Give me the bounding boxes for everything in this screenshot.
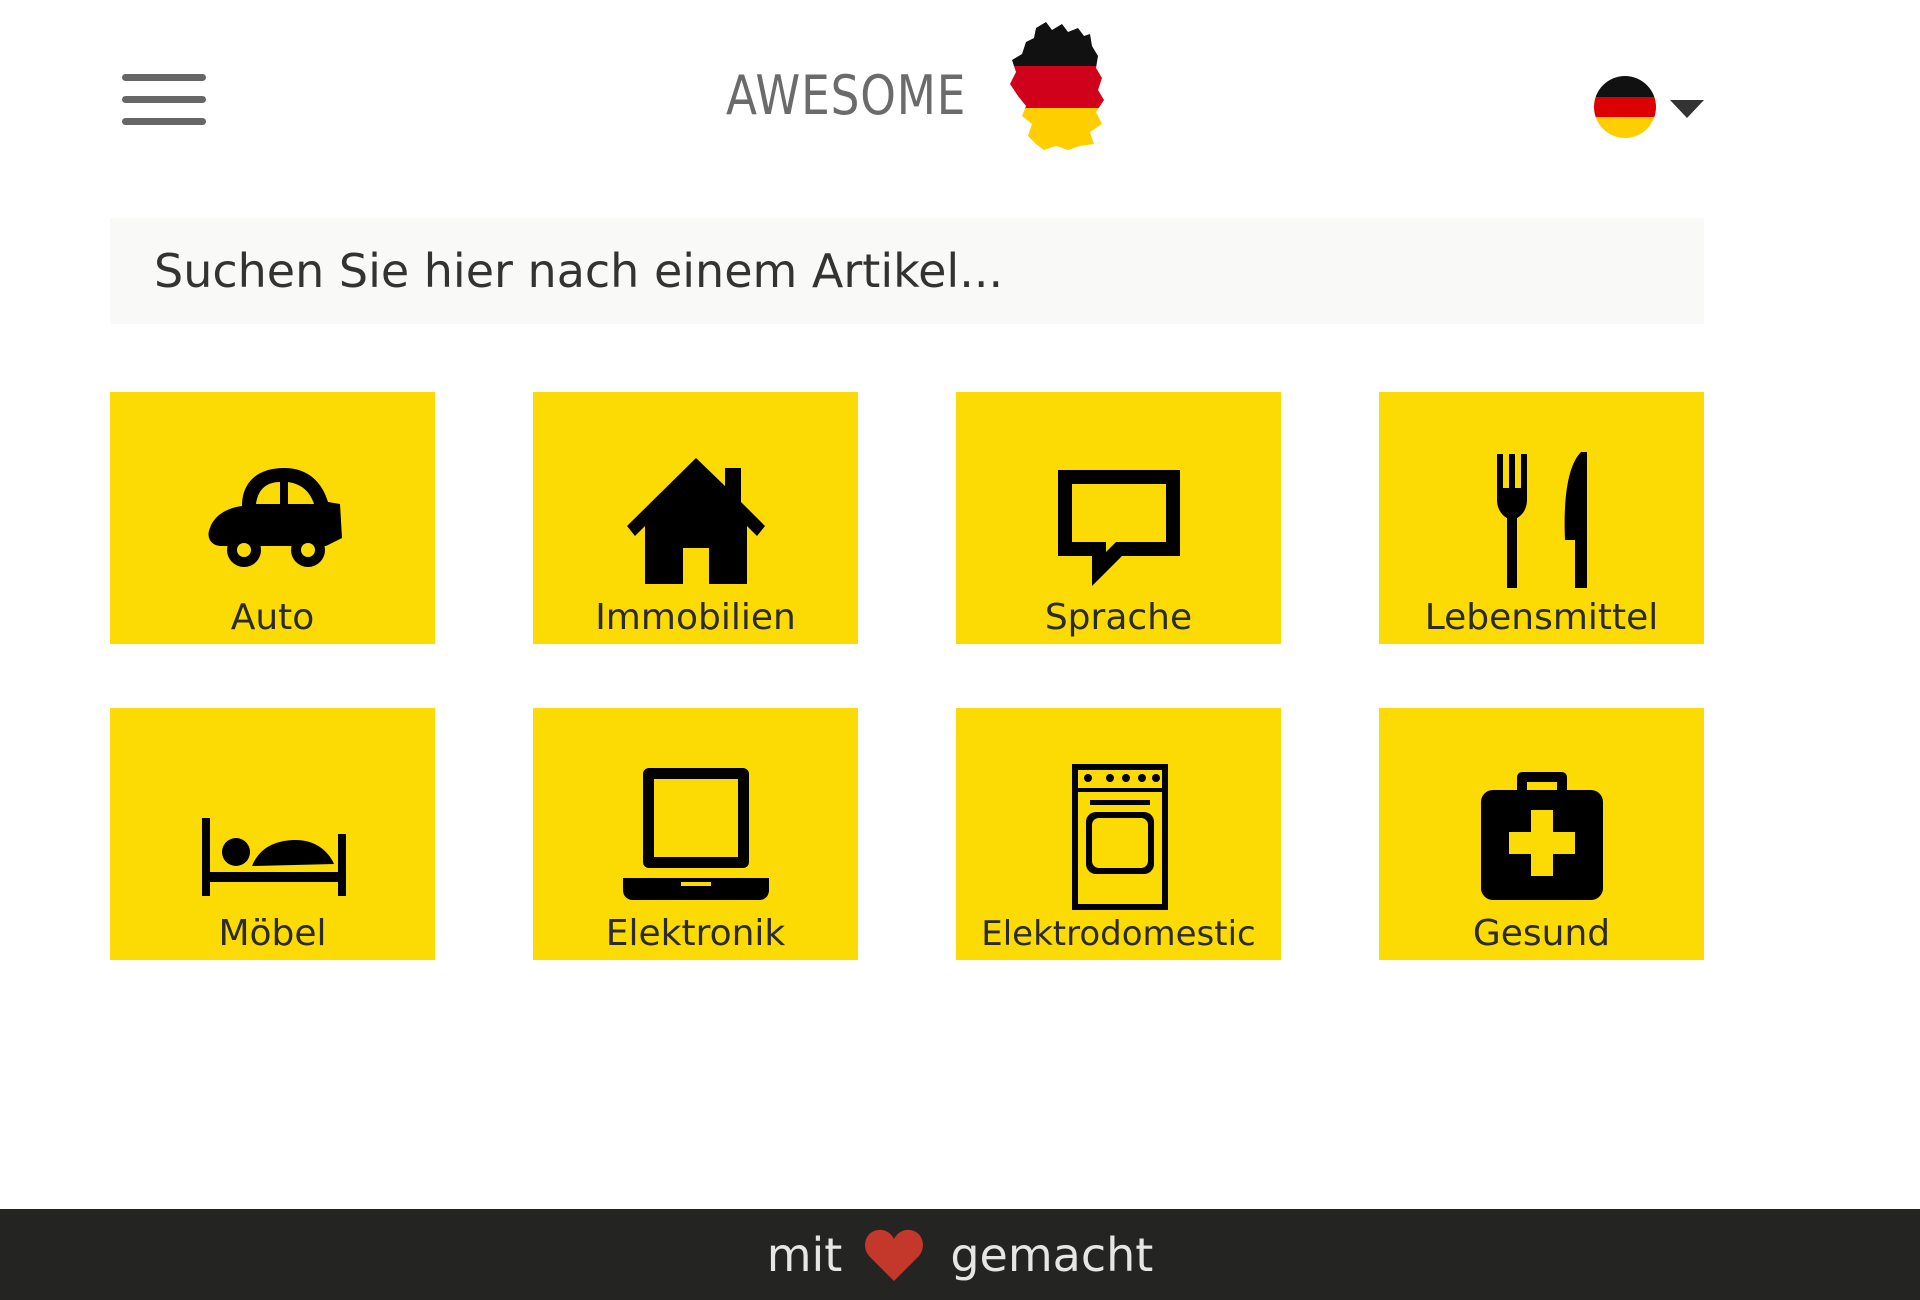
language-selector[interactable] [1594,76,1704,140]
category-label: Auto [230,597,315,638]
caret-down-icon [1670,100,1704,118]
logo-text: AWESOME [726,64,967,127]
bed-icon [201,818,346,896]
first-aid-kit-icon [1480,772,1603,900]
category-tile-elektronik[interactable]: Elektronik [533,708,858,960]
category-tile-immobilien[interactable]: Immobilien [533,392,858,644]
car-icon [208,468,342,567]
category-tile-elektrodomestic[interactable]: Elektrodomestic [956,708,1281,960]
germany-map-flag-icon [1010,22,1104,150]
category-label: Sprache [1044,597,1193,638]
footer: mit gemacht [0,1209,1920,1300]
category-label: Möbel [218,913,327,954]
fork-knife-icon [1496,452,1587,588]
speech-bubble-icon [1057,470,1180,586]
heart-icon [865,1229,924,1281]
footer-prefix: mit [766,1227,843,1282]
logo[interactable]: AWESOME [726,20,1126,156]
category-tile-auto[interactable]: Auto [110,392,435,644]
category-label: Elektronik [605,913,786,954]
germany-flag-icon [1594,76,1656,138]
hamburger-menu-icon[interactable] [122,74,206,126]
category-label: Lebensmittel [1424,597,1659,638]
footer-suffix: gemacht [950,1227,1154,1282]
category-grid: Auto Immobilien Sprache Lebensmittel Möb… [110,392,1704,960]
category-tile-moebel[interactable]: Möbel [110,708,435,960]
category-tile-gesund[interactable]: Gesund [1379,708,1704,960]
category-label: Elektrodomestic [981,914,1256,954]
category-label: Immobilien [595,597,796,638]
house-icon [626,458,765,584]
stove-icon [1071,764,1168,910]
search-input[interactable] [110,218,1704,324]
laptop-icon [622,768,769,900]
category-tile-sprache[interactable]: Sprache [956,392,1281,644]
category-tile-lebensmittel[interactable]: Lebensmittel [1379,392,1704,644]
category-label: Gesund [1472,913,1611,954]
